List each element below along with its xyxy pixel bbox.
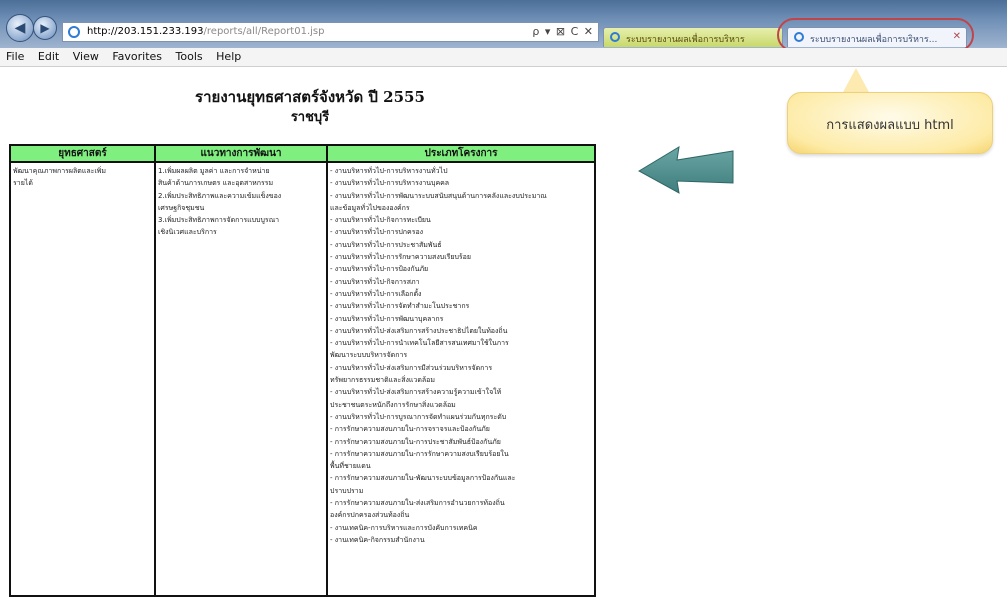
back-button[interactable]: ◀ [6, 14, 34, 42]
list-item: ปราบปราม [330, 486, 364, 495]
list-item: - งานบริหารทั่วไป-การพัฒนาระบบสนับสนุนด้… [330, 191, 547, 200]
list-item: - งานบริหารทั่วไป-กิจการทะเบียน [330, 216, 431, 225]
tab-ie-icon [610, 32, 620, 42]
list-item: - การรักษาความสงบภายใน-การประชาสัมพันธ์ป… [330, 437, 501, 446]
list-item: - งานบริหารทั่วไป-การบูรณาการจัดทำแผนร่ว… [330, 412, 507, 421]
list-item: พัฒนาคุณภาพการผลิตและเพิ่ม [13, 167, 107, 175]
list-item: - งานบริหารทั่วไป-การบริหารงานบุคคล [330, 179, 450, 188]
list-item: - งานบริหารทั่วไป-กิจการสภา [330, 277, 420, 286]
list-item: 1.เพิ่มผลผลิต มูลค่า และการจำหน่าย [158, 167, 270, 175]
callout-text: การแสดงผลแบบ html [826, 118, 954, 133]
list-item: องค์กรปกครองส่วนท้องถิ่น [330, 511, 410, 520]
browser-tab-1[interactable]: ระบบรายงานผลเพื่อการบริหาร [603, 27, 783, 47]
project-types-cell: - งานบริหารทั่วไป-การบริหารงานทั่วไป - งา… [326, 161, 596, 597]
list-item: - งานบริหารทั่วไป-ส่งเสริมการสร้างประชาธ… [330, 326, 508, 335]
list-item: ทรัพยากรธรรมชาติและสิ่งแวดล้อม [330, 376, 435, 385]
list-item: รายได้ [13, 179, 33, 188]
back-arrow-icon: ◀ [14, 20, 26, 36]
list-item: - งานบริหารทั่วไป-การรักษาความสงบเรียบร้… [330, 253, 471, 262]
left-arrow-annotation-icon [637, 146, 734, 194]
menu-help[interactable]: Help [216, 48, 241, 66]
menu-file[interactable]: File [6, 48, 24, 66]
list-item: - งานบริหารทั่วไป-การนำเทคโนโลยีสารสนเทศ… [330, 339, 509, 348]
address-tools[interactable]: ρ ▾ ⊠ C ✕ [532, 25, 594, 38]
report-table: ยุทธศาสตร์ แนวทางการพัฒนา ประเภทโครงการ … [9, 144, 596, 597]
url-path: /reports/all/Report01.jsp [203, 26, 325, 37]
ie-page-icon [68, 26, 80, 38]
column-header-project-types: ประเภทโครงการ [326, 144, 596, 163]
list-item: 3.เพิ่มประสิทธิภาพการจัดการแบบบูรณา [158, 216, 280, 225]
address-url: http://203.151.233.193/reports/all/Repor… [87, 26, 324, 37]
menu-view[interactable]: View [73, 48, 99, 66]
list-item: พัฒนาระบบบริหารจัดการ [330, 351, 408, 360]
list-item: - การรักษาความสงบภายใน-การรักษาความสงบเร… [330, 449, 509, 458]
list-item: - งานบริหารทั่วไป-การป้องกันภัย [330, 265, 429, 274]
list-item: - งานบริหารทั่วไป-การบริหารงานทั่วไป [330, 167, 448, 175]
forward-button[interactable]: ▶ [33, 16, 57, 40]
report-province: ราชบุรี [290, 110, 330, 125]
column-header-strategy: ยุทธศาสตร์ [9, 144, 156, 163]
url-host: http://203.151.233.193 [87, 26, 204, 37]
menu-bar: File Edit View Favorites Tools Help [0, 48, 1007, 67]
menu-edit[interactable]: Edit [38, 48, 59, 66]
active-tab-highlight-ring [777, 18, 974, 52]
strategy-cell: พัฒนาคุณภาพการผลิตและเพิ่มรายได้ [9, 161, 156, 597]
list-item: - งานบริหารทั่วไป-ส่งเสริมการสร้างความรู… [330, 388, 502, 397]
list-item: พื้นที่ชายแดน [330, 462, 371, 471]
list-item: - งานบริหารทั่วไป-การเลือกตั้ง [330, 289, 422, 298]
list-item: และข้อมูลทั่วไปขององค์กร [330, 203, 410, 212]
list-item: - งานบริหารทั่วไป-การประชาสัมพันธ์ [330, 240, 442, 249]
list-item: - งานบริหารทั่วไป-การจัดทำสำมะโนประชากร [330, 302, 470, 311]
list-item: - งานบริหารทั่วไป-การปกครอง [330, 228, 424, 237]
list-item: - งานเทคนิค-การบริหารและการบังคับการเทคน… [330, 523, 478, 532]
list-item: - งานบริหารทั่วไป-ส่งเสริมการมีส่วนร่วมบ… [330, 363, 493, 372]
callout-pointer [842, 68, 870, 94]
list-item: - การรักษาความสงบภายใน-ส่งเสริมการอำนวยก… [330, 499, 505, 508]
list-item: 2.เพิ่มประสิทธิภาพและความเข้มแข็งของ [158, 191, 282, 200]
tab-1-label: ระบบรายงานผลเพื่อการบริหาร [626, 35, 745, 45]
list-item: - การรักษาความสงบภายใน-พัฒนาระบบข้อมูลกา… [330, 474, 516, 483]
forward-arrow-icon: ▶ [40, 21, 50, 35]
report-title: รายงานยุทธศาสตร์จังหวัด ปี 2555 [195, 88, 425, 106]
column-header-guidelines: แนวทางการพัฒนา [154, 144, 328, 163]
list-item: - งานบริหารทั่วไป-การพัฒนาบุคลากร [330, 314, 444, 323]
table-row: พัฒนาคุณภาพการผลิตและเพิ่มรายได้ 1.เพิ่ม… [9, 161, 596, 597]
list-item: เชิงนิเวศและบริการ [158, 228, 217, 237]
address-bar[interactable]: http://203.151.233.193/reports/all/Repor… [62, 22, 599, 42]
menu-tools[interactable]: Tools [176, 48, 203, 66]
list-item: - งานเทคนิค-กิจกรรมสำนักงาน [330, 535, 425, 544]
table-header-row: ยุทธศาสตร์ แนวทางการพัฒนา ประเภทโครงการ [9, 144, 596, 163]
list-item: - การรักษาความสงบภายใน-การจราจรและป้องกั… [330, 425, 490, 434]
html-display-callout: การแสดงผลแบบ html [787, 92, 993, 154]
list-item: ประชาชนตระหนักถึงการรักษาสิ่งแวดล้อม [330, 400, 456, 409]
menu-favorites[interactable]: Favorites [112, 48, 162, 66]
guidelines-cell: 1.เพิ่มผลผลิต มูลค่า และการจำหน่ายสินค้า… [154, 161, 328, 597]
list-item: เศรษฐกิจชุมชน [158, 203, 205, 212]
list-item: สินค้าด้านการเกษตร และอุตสาหกรรม [158, 179, 274, 188]
